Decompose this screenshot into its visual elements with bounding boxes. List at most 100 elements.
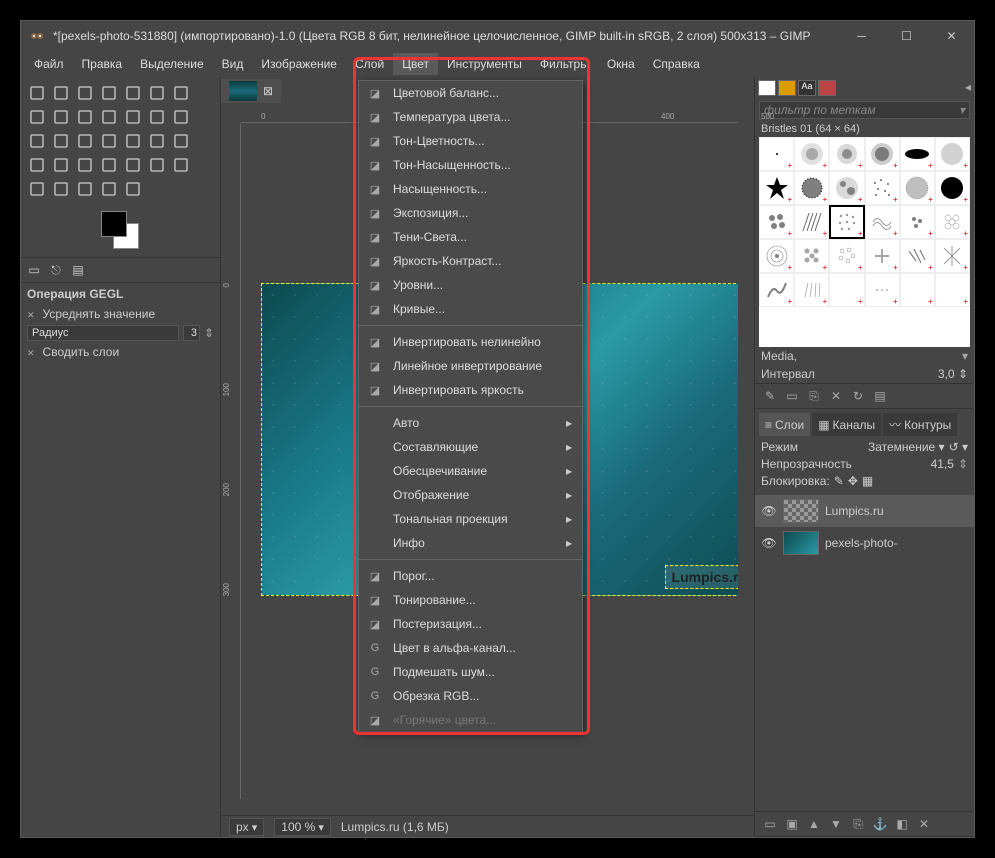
tool-text[interactable] [25,153,49,177]
tool-fuzzy-sel[interactable] [145,81,169,105]
tool-color-sel[interactable] [169,81,193,105]
zoom-selector[interactable]: 100 % ▾ [274,818,331,836]
tool-align[interactable] [49,81,73,105]
visibility-icon[interactable]: 👁 [761,504,777,518]
interval-value[interactable]: 3,0 [938,367,955,381]
menuitem-тональная-проекция[interactable]: Тональная проекция▸ [359,507,582,531]
menuitem-цвет-в-альфа-канал-[interactable]: GЦвет в альфа-канал... [359,636,582,660]
menuitem-линейное-инвертирование[interactable]: ◪Линейное инвертирование [359,354,582,378]
brush-item[interactable]: + [900,137,935,171]
tool-ellipse-sel[interactable] [97,81,121,105]
opacity-value[interactable]: 41,5 [931,457,954,471]
layer-row[interactable]: 👁Lumpics.ru [755,495,974,527]
maximize-button[interactable]: ☐ [884,21,929,51]
menu-правка[interactable]: Правка [73,53,132,75]
del-layer-icon[interactable]: ✕ [915,816,933,832]
tool-rect-sel[interactable] [73,81,97,105]
flatten-checkbox[interactable] [27,345,39,359]
menuitem-обесцвечивание[interactable]: Обесцвечивание▸ [359,459,582,483]
tool-zoom[interactable] [145,105,169,129]
opacity-spinner-icon[interactable]: ⇕ [958,457,968,471]
tool-rotate[interactable] [25,129,49,153]
brush-item[interactable]: + [829,137,864,171]
brush-item[interactable]: + [759,137,794,171]
tool-flip[interactable] [121,129,145,153]
tool-gradient[interactable] [73,153,97,177]
brush-item[interactable]: + [935,239,970,273]
brush-item[interactable]: + [865,205,900,239]
menu-окна[interactable]: Окна [598,53,644,75]
dup-layer-icon[interactable]: ⎘ [849,816,867,832]
menuitem-тонирование-[interactable]: ◪Тонирование... [359,588,582,612]
menu-слой[interactable]: Слой [346,53,393,75]
lock-alpha-icon[interactable]: ▦ [862,474,873,488]
tool-fg-sel[interactable] [49,105,73,129]
brush-item[interactable]: + [865,239,900,273]
brush-item[interactable]: + [794,205,829,239]
brush-item[interactable]: + [759,205,794,239]
layer-down-icon[interactable]: ▼ [827,816,845,832]
mask-layer-icon[interactable]: ◧ [893,816,911,832]
brush-item[interactable]: + [759,273,794,307]
brush-item[interactable]: + [829,273,864,307]
brush-item[interactable]: + [935,171,970,205]
brush-item[interactable]: + [794,239,829,273]
menu-инструменты[interactable]: Инструменты [438,53,531,75]
menuitem-порог-[interactable]: ◪Порог... [359,564,582,588]
tool-dodge[interactable] [121,177,145,201]
tool-warp[interactable] [169,129,193,153]
tool-free-sel[interactable] [121,81,145,105]
tab-каналы[interactable]: ▦Каналы [812,413,881,436]
menu-вид[interactable]: Вид [213,53,253,75]
radius-field[interactable] [27,325,179,341]
radius-value[interactable]: 3 [183,325,200,341]
new-layer-icon[interactable]: ▭ [761,816,779,832]
brush-item[interactable]: + [935,137,970,171]
open-brush-icon[interactable]: ▤ [871,388,889,404]
brush-item[interactable]: + [865,171,900,205]
menuitem-инвертировать-яркость[interactable]: ◪Инвертировать яркость [359,378,582,402]
tab-patterns[interactable] [778,80,796,96]
menuitem-насыщенность-[interactable]: ◪Насыщенность... [359,177,582,201]
brush-item[interactable]: + [829,205,864,239]
menuitem-уровни-[interactable]: ◪Уровни... [359,273,582,297]
tool-perspective[interactable] [97,129,121,153]
image-tab[interactable]: ⊠ [221,79,281,103]
menuitem-цветовой-баланс-[interactable]: ◪Цветовой баланс... [359,81,582,105]
menuitem-тон-насыщенность-[interactable]: ◪Тон-Насыщенность... [359,153,582,177]
layer-row[interactable]: 👁pexels-photo- [755,527,974,559]
tab-close-icon[interactable]: ⊠ [263,84,273,98]
unit-selector[interactable]: px ▾ [229,818,264,836]
fg-bg-swatch[interactable] [101,211,141,251]
mode-reset-icon[interactable]: ↺ ▾ [949,440,968,454]
menuitem-авто[interactable]: Авто▸ [359,411,582,435]
tool-scale[interactable] [49,129,73,153]
ruler-vertical[interactable]: 0100200300 [221,123,241,799]
brush-filter[interactable]: фильтр по меткам▾ [759,101,970,119]
menu-цвет[interactable]: Цвет [393,53,438,75]
menuitem-температура-цвета-[interactable]: ◪Температура цвета... [359,105,582,129]
brush-item[interactable]: + [865,137,900,171]
merge-layer-icon[interactable]: ⚓ [871,816,889,832]
brush-item[interactable]: + [900,239,935,273]
tab-слои[interactable]: ≡Слои [759,413,810,436]
tab-images[interactable]: ▤ [67,260,89,280]
layer-up-icon[interactable]: ▲ [805,816,823,832]
menu-выделение[interactable]: Выделение [131,53,213,75]
fg-color[interactable] [101,211,127,237]
avg-checkbox[interactable] [27,307,39,321]
tool-shear[interactable] [73,129,97,153]
tool-move[interactable] [25,81,49,105]
tool-crop[interactable] [169,105,193,129]
dup-brush-icon[interactable]: ⎘ [805,388,823,404]
tool-eraser[interactable] [145,153,169,177]
brush-item[interactable]: + [935,273,970,307]
menuitem-инвертировать-нелинейно[interactable]: ◪Инвертировать нелинейно [359,330,582,354]
brush-item[interactable]: + [900,171,935,205]
tool-heal[interactable] [73,177,97,201]
lock-pixels-icon[interactable]: ✎ [834,474,844,488]
lock-position-icon[interactable]: ✥ [848,474,858,488]
tab-fonts[interactable]: Aa [798,80,816,96]
tool-scissors[interactable] [25,105,49,129]
menuitem-обрезка-rgb-[interactable]: GОбрезка RGB... [359,684,582,708]
